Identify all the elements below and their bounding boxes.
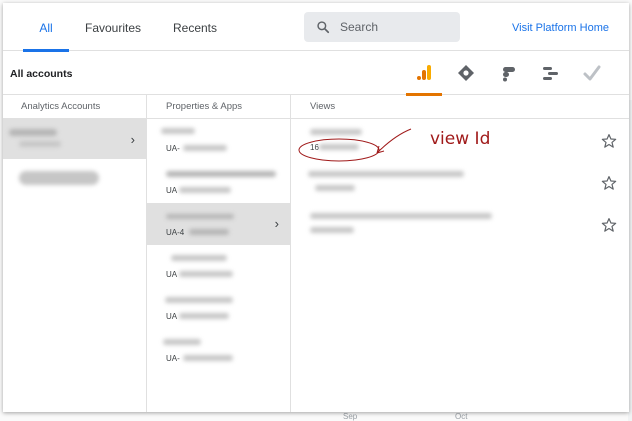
- star-icon[interactable]: [601, 217, 617, 233]
- redacted-property-name: [161, 128, 195, 134]
- axis-tick-sep: Sep: [343, 412, 358, 421]
- account-row[interactable]: ›: [3, 119, 146, 159]
- redacted-property-id: [179, 313, 229, 319]
- property-ua-id: UA: [166, 312, 178, 321]
- screen: Sep Oct All Favourites Recents Visit Pla…: [0, 0, 632, 421]
- redacted-property-name: [166, 214, 234, 219]
- tab-all[interactable]: All: [23, 3, 69, 52]
- data-studio-icon: [503, 67, 515, 82]
- tag-manager-icon: [458, 65, 474, 81]
- star-icon[interactable]: [601, 175, 617, 191]
- background-chart-axis: Sep Oct: [0, 412, 632, 421]
- property-ua-id: UA-: [166, 354, 180, 363]
- property-row[interactable]: UA-4 ›: [147, 203, 290, 245]
- picker-top-bar: All Favourites Recents Visit Platform Ho…: [3, 3, 629, 52]
- annotation-circle-arrow: [298, 128, 412, 162]
- optimize-product-tab[interactable]: [532, 51, 568, 95]
- redacted-view-id: [315, 185, 355, 191]
- redacted-property-id: [183, 145, 227, 151]
- data-studio-product-tab[interactable]: [490, 51, 526, 95]
- surveys-check-icon: [583, 65, 601, 81]
- search-icon: [317, 21, 330, 34]
- surveys-product-tab[interactable]: [574, 51, 610, 95]
- account-picker-panel: All Favourites Recents Visit Platform Ho…: [3, 3, 629, 412]
- annotation-text: view Id: [430, 129, 491, 149]
- redacted-property-name: [163, 339, 201, 345]
- property-ua-id: UA-: [166, 144, 180, 153]
- tab-favourites[interactable]: Favourites: [79, 3, 147, 51]
- analytics-product-tab[interactable]: [406, 51, 442, 96]
- redacted-view-name: [310, 213, 492, 219]
- views-column-header: Views: [291, 95, 629, 119]
- chevron-right-icon: ›: [274, 216, 279, 231]
- account-row[interactable]: [3, 159, 146, 199]
- redacted-property-name: [171, 255, 227, 261]
- redacted-property-name: [166, 171, 276, 177]
- redacted-view-id: [310, 227, 354, 233]
- product-bar: All accounts: [3, 51, 629, 96]
- visit-platform-home-link[interactable]: Visit Platform Home: [512, 22, 609, 34]
- property-ua-id: UA: [166, 270, 178, 279]
- property-ua-id: UA: [166, 186, 178, 195]
- property-row[interactable]: UA: [147, 245, 290, 287]
- tag-manager-product-tab[interactable]: [448, 51, 484, 95]
- property-row[interactable]: UA-: [147, 329, 290, 371]
- redacted-property-id: [183, 355, 233, 361]
- search-input[interactable]: [340, 17, 452, 37]
- chevron-right-icon: ›: [130, 132, 135, 147]
- properties-column: Properties & Apps UA- UA UA-4 › UA UA UA…: [147, 95, 291, 412]
- redacted-property-id: [189, 229, 229, 235]
- redacted-account-name: [9, 129, 57, 136]
- property-row[interactable]: UA: [147, 161, 290, 203]
- star-icon[interactable]: [601, 133, 617, 149]
- redacted-property-id: [179, 271, 233, 277]
- search-box[interactable]: [304, 12, 460, 42]
- tab-recents[interactable]: Recents: [167, 3, 223, 51]
- redacted-account-name: [19, 171, 99, 185]
- axis-tick-oct: Oct: [455, 412, 468, 421]
- redacted-property-name: [165, 297, 233, 303]
- analytics-icon: [417, 65, 431, 80]
- redacted-account-id: [19, 141, 61, 147]
- property-row[interactable]: UA: [147, 287, 290, 329]
- accounts-column: Analytics Accounts ›: [3, 95, 147, 412]
- redacted-property-id: [179, 187, 231, 193]
- properties-column-header: Properties & Apps: [147, 95, 290, 119]
- property-row[interactable]: UA-: [147, 119, 290, 161]
- accounts-column-header: Analytics Accounts: [3, 95, 146, 119]
- optimize-icon: [543, 67, 558, 80]
- view-row[interactable]: [291, 203, 629, 245]
- all-accounts-label: All accounts: [10, 68, 73, 80]
- property-ua-id: UA-4: [166, 228, 185, 237]
